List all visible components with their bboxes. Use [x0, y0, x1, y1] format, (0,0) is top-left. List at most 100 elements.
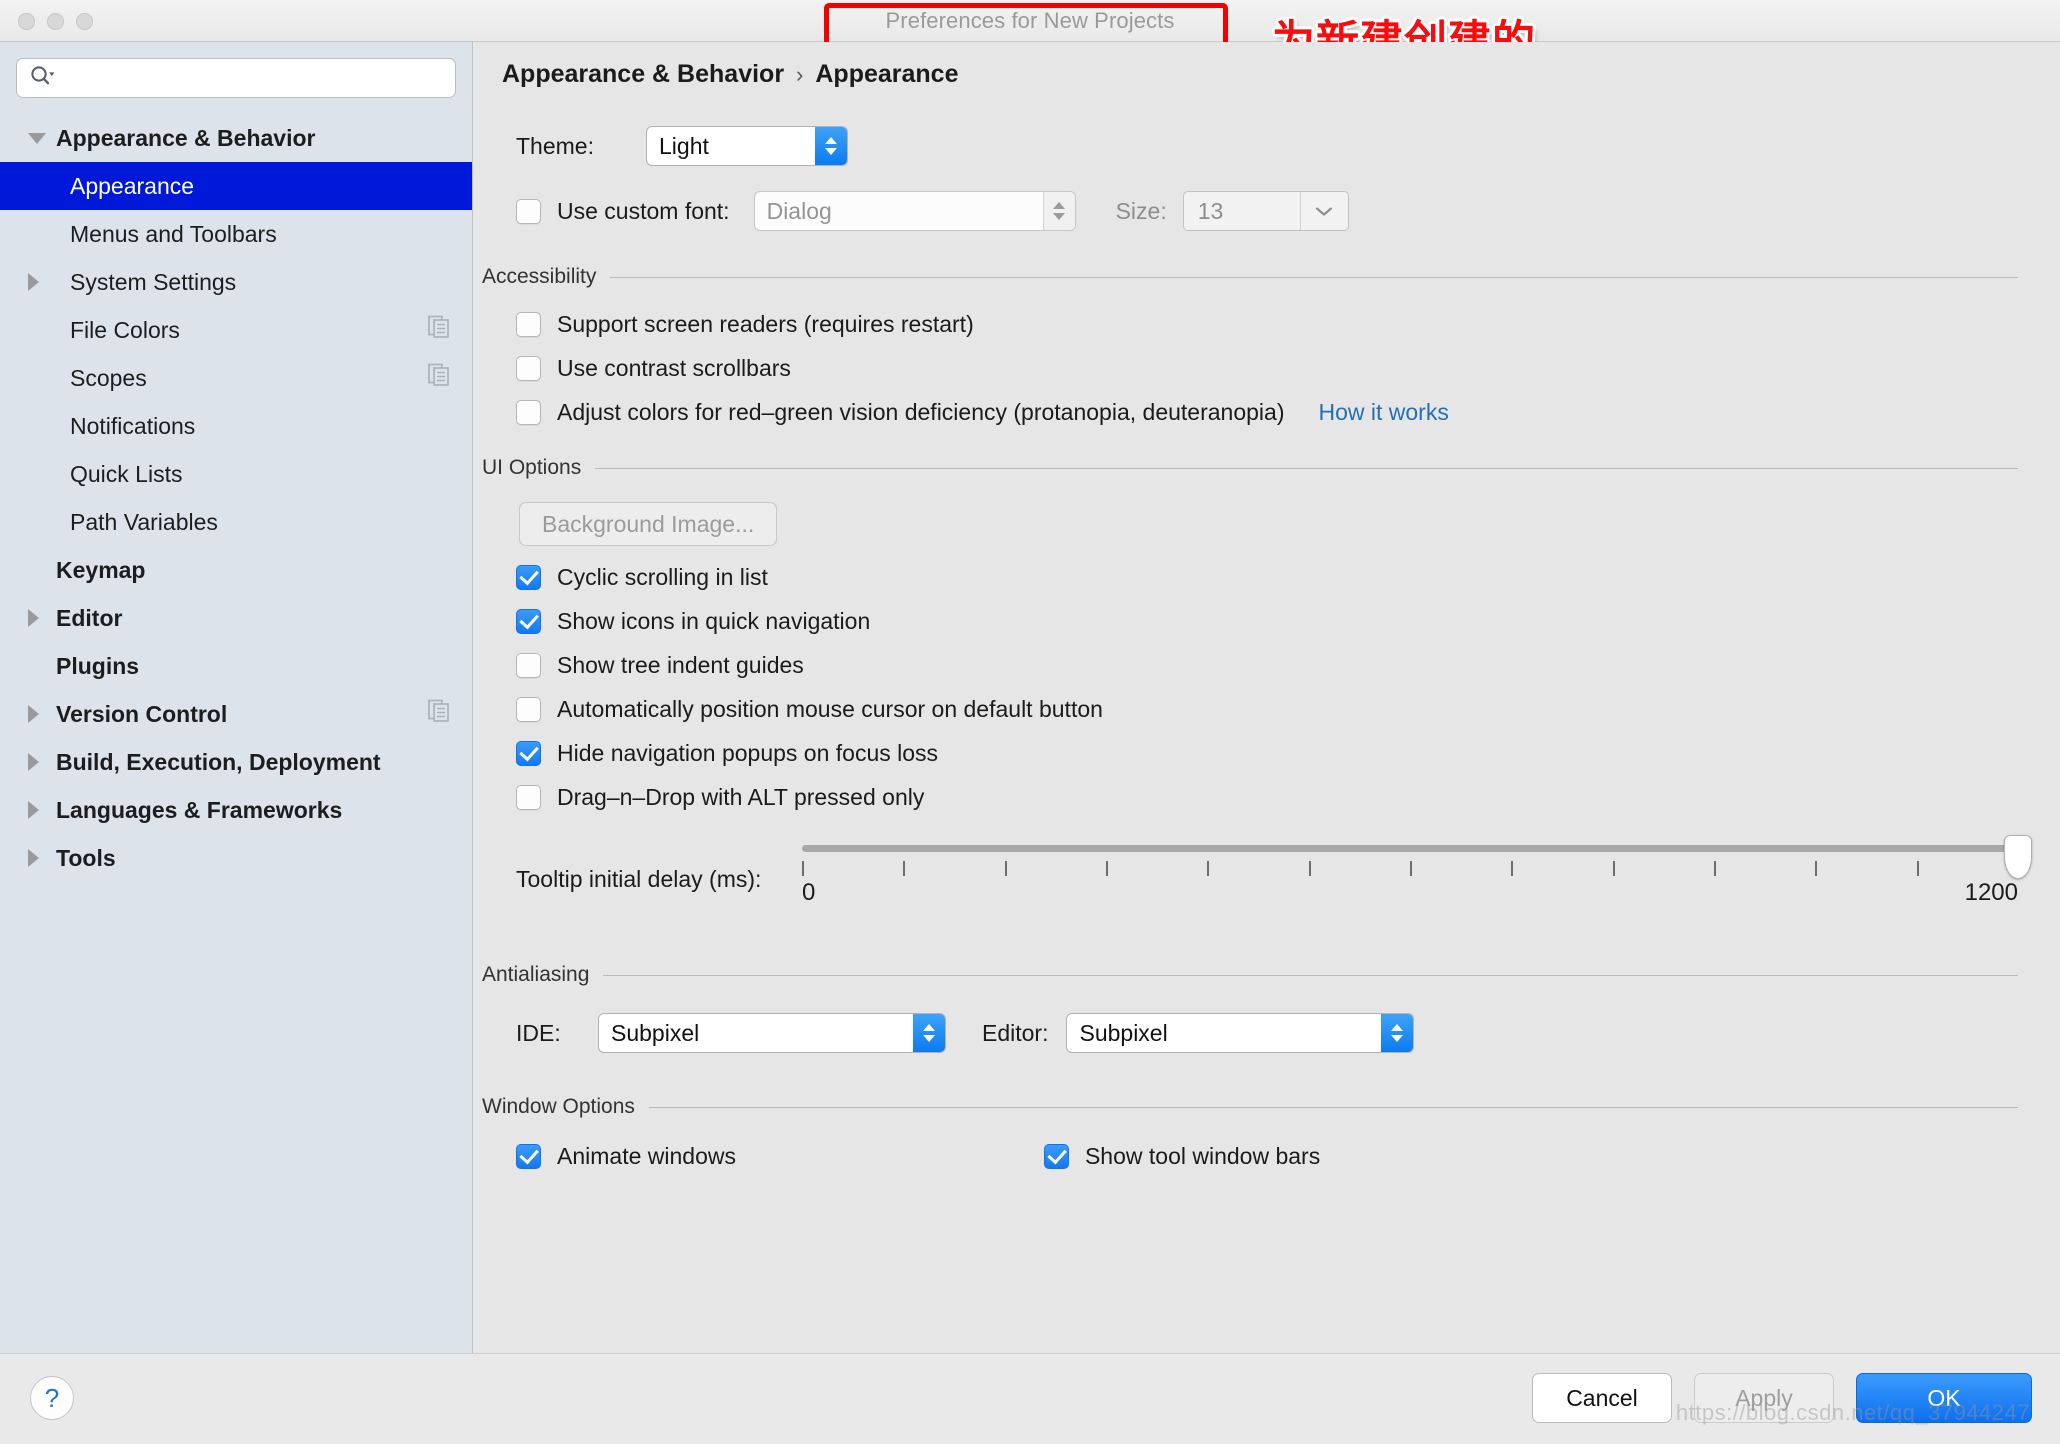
chevron-right-icon[interactable]: [28, 609, 56, 627]
ui-option-show-icons-in-quick-navigation[interactable]: Show icons in quick navigation: [516, 608, 2060, 635]
sidebar-item-appearance[interactable]: Appearance: [0, 162, 472, 210]
search-input[interactable]: [55, 59, 455, 97]
chevron-right-icon[interactable]: [28, 801, 56, 819]
ui-option-drag-n-drop-with-alt-pressed-only-checkbox[interactable]: [516, 785, 541, 810]
search-container: [0, 42, 472, 98]
accessibility-option-support-screen-readers-requires-restart[interactable]: Support screen readers (requires restart…: [516, 311, 2060, 338]
ui-option-show-tree-indent-guides-checkbox[interactable]: [516, 653, 541, 678]
tooltip-delay-label: Tooltip initial delay (ms):: [516, 865, 762, 892]
sidebar-item-label: Version Control: [56, 700, 228, 727]
slider-thumb[interactable]: [2004, 835, 2032, 879]
search-icon: [29, 65, 55, 92]
sidebar-item-quick-lists[interactable]: Quick Lists: [0, 450, 472, 498]
sidebar-item-languages-frameworks[interactable]: Languages & Frameworks: [0, 786, 472, 834]
chevron-right-icon[interactable]: [28, 849, 56, 867]
sidebar-item-appearance-behavior[interactable]: Appearance & Behavior: [0, 114, 472, 162]
ui-option-drag-n-drop-with-alt-pressed-only[interactable]: Drag–n–Drop with ALT pressed only: [516, 784, 2060, 811]
sidebar-item-label: Scopes: [70, 364, 147, 391]
ide-antialiasing-value: Subpixel: [611, 1019, 700, 1046]
window-option-animate-windows-checkbox[interactable]: [516, 1144, 541, 1169]
apply-button[interactable]: Apply: [1694, 1373, 1834, 1423]
accessibility-option-adjust-colors-for-red-green-vision-deficienc[interactable]: Adjust colors for red–green vision defic…: [516, 399, 2060, 426]
custom-font-select[interactable]: Dialog: [753, 191, 1076, 231]
slider-tick: [1106, 861, 1108, 876]
slider-tick: [1410, 861, 1412, 876]
sidebar-item-keymap[interactable]: Keymap: [0, 546, 472, 594]
font-size-label: Size:: [1115, 197, 1167, 224]
accessibility-section-title: Accessibility: [482, 265, 597, 288]
window-option-animate-windows[interactable]: Animate windows: [516, 1143, 736, 1170]
ui-option-show-icons-in-quick-navigation-checkbox[interactable]: [516, 609, 541, 634]
slider-tick: [1207, 861, 1210, 876]
editor-antialiasing-stepper-icon[interactable]: [1381, 1014, 1414, 1052]
tooltip-delay-row: Tooltip initial delay (ms): 0 1200: [516, 835, 2032, 917]
chevron-right-icon[interactable]: [28, 753, 56, 771]
section-divider: [610, 276, 2018, 278]
how-it-works-link[interactable]: How it works: [1318, 399, 1448, 426]
window-options-section-title: Window Options: [482, 1095, 635, 1118]
ui-option-automatically-position-mouse-cursor-on-defau-label: Automatically position mouse cursor on d…: [557, 696, 1103, 722]
settings-sidebar: Appearance & Behavior Appearance Menus and…: [0, 42, 473, 1353]
ui-option-cyclic-scrolling-in-list-checkbox[interactable]: [516, 565, 541, 590]
font-size-field[interactable]: 13: [1182, 191, 1349, 231]
ui-option-hide-navigation-popups-on-focus-loss[interactable]: Hide navigation popups on focus loss: [516, 740, 2060, 767]
sidebar-item-plugins[interactable]: Plugins: [0, 642, 472, 690]
window-option-show-tool-window-bars[interactable]: Show tool window bars: [1043, 1143, 1320, 1170]
sidebar-item-editor[interactable]: Editor: [0, 594, 472, 642]
sidebar-item-version-control[interactable]: Version Control: [0, 690, 472, 738]
sidebar-item-menus-and-toolbars[interactable]: Menus and Toolbars: [0, 210, 472, 258]
accessibility-option-support-screen-readers-requires-restart-checkbox[interactable]: [516, 312, 541, 337]
accessibility-option-use-contrast-scrollbars-checkbox[interactable]: [516, 356, 541, 381]
chevron-right-icon[interactable]: [28, 273, 56, 291]
window-option-animate-windows-label: Animate windows: [557, 1143, 736, 1169]
theme-label: Theme:: [516, 132, 594, 159]
sidebar-item-label: Languages & Frameworks: [56, 796, 343, 823]
slider-tick: [1815, 861, 1818, 876]
window-option-show-tool-window-bars-checkbox[interactable]: [1043, 1144, 1069, 1169]
chevron-down-icon[interactable]: [1299, 192, 1348, 230]
slider-tick: [802, 861, 804, 876]
copy-icon[interactable]: [428, 699, 450, 729]
theme-stepper-icon[interactable]: [815, 127, 847, 165]
chevron-down-icon[interactable]: [28, 132, 56, 144]
slider-tick: [1004, 861, 1007, 876]
copy-icon[interactable]: [428, 315, 450, 345]
ui-option-automatically-position-mouse-cursor-on-defau-checkbox[interactable]: [516, 697, 541, 722]
custom-font-stepper-icon[interactable]: [1042, 192, 1075, 230]
sidebar-item-label: Editor: [56, 604, 123, 631]
search-box[interactable]: [16, 58, 456, 98]
sidebar-item-label: Appearance: [70, 172, 195, 199]
breadcrumb-parent[interactable]: Appearance & Behavior: [502, 60, 784, 89]
ide-antialiasing-stepper-icon[interactable]: [913, 1014, 945, 1052]
window-title: Preferences for New Projects: [885, 8, 1175, 33]
ui-option-cyclic-scrolling-in-list[interactable]: Cyclic scrolling in list: [516, 564, 2060, 591]
sidebar-item-system-settings[interactable]: System Settings: [0, 258, 472, 306]
sidebar-item-path-variables[interactable]: Path Variables: [0, 498, 472, 546]
tooltip-delay-slider[interactable]: 0 1200: [802, 835, 2032, 917]
copy-icon: [428, 363, 449, 386]
ok-button[interactable]: OK: [1856, 1373, 2032, 1423]
background-image-button[interactable]: Background Image...: [519, 502, 778, 546]
sidebar-item-notifications[interactable]: Notifications: [0, 402, 472, 450]
copy-icon[interactable]: [428, 363, 450, 393]
ui-option-hide-navigation-popups-on-focus-loss-checkbox[interactable]: [516, 741, 541, 766]
use-custom-font-checkbox[interactable]: [516, 198, 541, 224]
ui-options-section-header: UI Options: [482, 456, 2018, 480]
accessibility-option-adjust-colors-for-red-green-vision-deficienc-checkbox[interactable]: [516, 400, 541, 425]
ui-option-show-tree-indent-guides[interactable]: Show tree indent guides: [516, 652, 2060, 679]
sidebar-item-file-colors[interactable]: File Colors: [0, 306, 472, 354]
ui-option-automatically-position-mouse-cursor-on-defau[interactable]: Automatically position mouse cursor on d…: [516, 696, 2060, 723]
slider-track[interactable]: [802, 845, 2018, 852]
sidebar-item-scopes[interactable]: Scopes: [0, 354, 472, 402]
accessibility-option-use-contrast-scrollbars[interactable]: Use contrast scrollbars: [516, 355, 2060, 382]
chevron-right-icon[interactable]: [28, 705, 56, 723]
sidebar-item-tools[interactable]: Tools: [0, 834, 472, 882]
help-button[interactable]: ?: [30, 1376, 74, 1420]
sidebar-item-label: Menus and Toolbars: [70, 220, 277, 247]
theme-select[interactable]: Light: [646, 126, 848, 166]
theme-row: Theme: Light: [516, 126, 2060, 166]
editor-antialiasing-select[interactable]: Subpixel: [1066, 1013, 1415, 1053]
ide-antialiasing-select[interactable]: Subpixel: [598, 1013, 946, 1053]
cancel-button[interactable]: Cancel: [1532, 1373, 1672, 1423]
sidebar-item-build-execution-deployment[interactable]: Build, Execution, Deployment: [0, 738, 472, 786]
